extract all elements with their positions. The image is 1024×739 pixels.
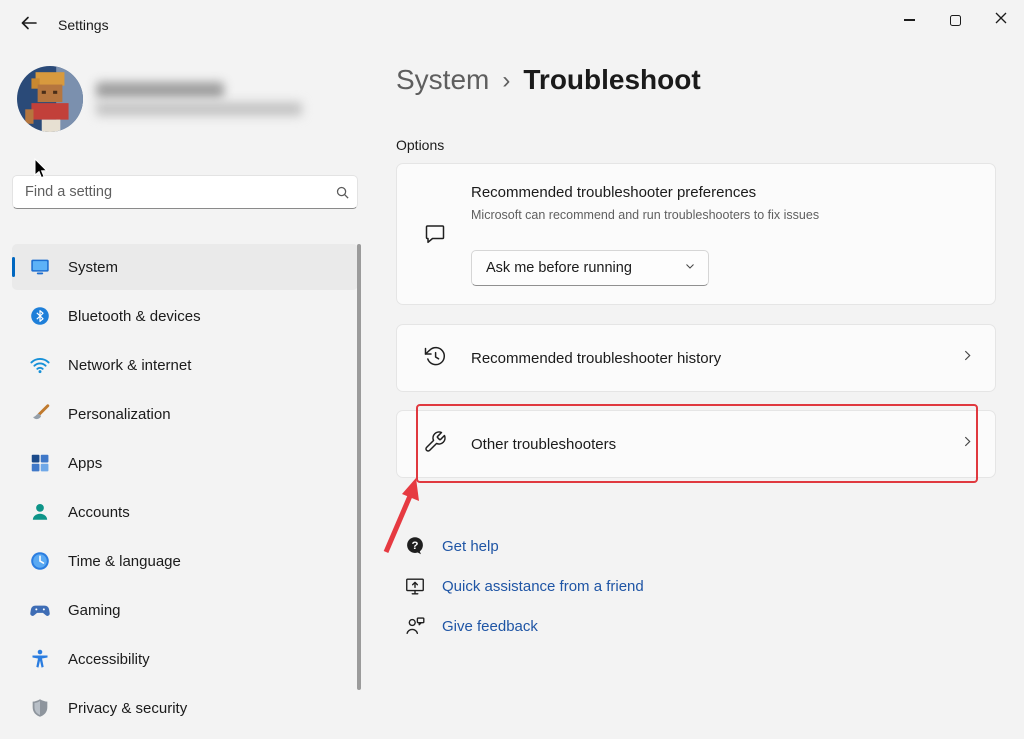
card-troubleshooter-preferences: Recommended troubleshooter preferences M… bbox=[396, 163, 996, 305]
chevron-down-icon bbox=[684, 260, 696, 276]
sidebar: System Bluetooth & devices Network & int… bbox=[0, 48, 372, 739]
gaming-icon bbox=[28, 598, 52, 622]
feedback-icon bbox=[402, 615, 428, 637]
window-titlebar: Settings bbox=[0, 0, 1024, 48]
maximize-icon bbox=[950, 15, 961, 26]
dropdown-value: Ask me before running bbox=[486, 260, 632, 276]
settings-window: Settings bbox=[0, 0, 1024, 739]
avatar bbox=[17, 66, 83, 132]
card-title: Other troubleshooters bbox=[471, 436, 936, 453]
apps-icon bbox=[28, 451, 52, 475]
maximize-button[interactable] bbox=[932, 0, 978, 40]
system-icon bbox=[28, 255, 52, 279]
wrench-icon bbox=[423, 430, 447, 459]
get-help-icon: ? bbox=[402, 535, 428, 557]
breadcrumb-separator: › bbox=[502, 65, 510, 95]
card-troubleshooter-history[interactable]: Recommended troubleshooter history bbox=[396, 324, 996, 392]
search-input[interactable] bbox=[13, 184, 327, 200]
sidebar-item-label: Accessibility bbox=[68, 651, 150, 668]
sidebar-item-privacy-security[interactable]: Privacy & security bbox=[12, 685, 358, 731]
network-icon bbox=[28, 353, 52, 377]
history-icon bbox=[423, 344, 447, 373]
close-icon bbox=[995, 11, 1007, 29]
quick-assistance-link[interactable]: Quick assistance from a friend bbox=[396, 566, 644, 606]
close-button[interactable] bbox=[978, 0, 1024, 40]
sidebar-item-label: Bluetooth & devices bbox=[68, 308, 201, 325]
user-name-blurred bbox=[96, 82, 224, 98]
account-header[interactable] bbox=[17, 66, 347, 136]
sidebar-item-label: Gaming bbox=[68, 602, 121, 619]
sidebar-item-label: Personalization bbox=[68, 406, 171, 423]
privacy-security-icon bbox=[28, 696, 52, 720]
sidebar-scrollbar[interactable] bbox=[357, 244, 361, 690]
bluetooth-icon bbox=[28, 304, 52, 328]
main-content: System › Troubleshoot Options Recommende… bbox=[396, 48, 996, 739]
svg-text:?: ? bbox=[412, 540, 419, 552]
sidebar-item-label: Apps bbox=[68, 455, 102, 472]
back-arrow-icon bbox=[20, 15, 38, 36]
breadcrumb-system[interactable]: System bbox=[396, 64, 489, 96]
card-subtitle: Microsoft can recommend and run troubles… bbox=[471, 208, 819, 222]
minimize-button[interactable] bbox=[886, 0, 932, 40]
link-label: Quick assistance from a friend bbox=[442, 578, 644, 595]
sidebar-nav: System Bluetooth & devices Network & int… bbox=[12, 244, 358, 734]
search-box bbox=[12, 175, 358, 209]
personalization-icon bbox=[28, 402, 52, 426]
card-title: Recommended troubleshooter preferences bbox=[471, 184, 756, 201]
chevron-right-icon bbox=[960, 348, 975, 368]
sidebar-item-network[interactable]: Network & internet bbox=[12, 342, 358, 388]
card-title: Recommended troubleshooter history bbox=[471, 350, 936, 367]
sidebar-item-gaming[interactable]: Gaming bbox=[12, 587, 358, 633]
sidebar-item-label: Time & language bbox=[68, 553, 181, 570]
link-label: Give feedback bbox=[442, 618, 538, 635]
breadcrumb: System › Troubleshoot bbox=[396, 64, 701, 96]
quick-assist-icon bbox=[402, 575, 428, 597]
sidebar-item-personalization[interactable]: Personalization bbox=[12, 391, 358, 437]
accounts-icon bbox=[28, 500, 52, 524]
sidebar-item-time-language[interactable]: Time & language bbox=[12, 538, 358, 584]
sidebar-item-label: System bbox=[68, 259, 118, 276]
troubleshooter-preference-dropdown[interactable]: Ask me before running bbox=[471, 250, 709, 286]
card-other-troubleshooters[interactable]: Other troubleshooters bbox=[396, 410, 996, 478]
give-feedback-link[interactable]: Give feedback bbox=[396, 606, 644, 646]
user-email-blurred bbox=[96, 102, 302, 116]
accessibility-icon bbox=[28, 647, 52, 671]
minimize-icon bbox=[904, 19, 915, 20]
sidebar-item-apps[interactable]: Apps bbox=[12, 440, 358, 486]
window-controls bbox=[886, 0, 1024, 40]
window-title: Settings bbox=[58, 17, 109, 33]
chevron-right-icon bbox=[960, 434, 975, 454]
time-language-icon bbox=[28, 549, 52, 573]
page-title: Troubleshoot bbox=[523, 64, 700, 96]
help-links: ? Get help Quick assistance from a frien… bbox=[396, 526, 644, 646]
link-label: Get help bbox=[442, 538, 499, 555]
back-button[interactable] bbox=[12, 10, 46, 40]
options-section-label: Options bbox=[396, 137, 444, 153]
sidebar-item-label: Accounts bbox=[68, 504, 130, 521]
sidebar-item-bluetooth[interactable]: Bluetooth & devices bbox=[12, 293, 358, 339]
sidebar-item-label: Network & internet bbox=[68, 357, 191, 374]
sidebar-item-accessibility[interactable]: Accessibility bbox=[12, 636, 358, 682]
sidebar-item-label: Privacy & security bbox=[68, 700, 187, 717]
speech-bubble-icon bbox=[423, 222, 447, 251]
get-help-link[interactable]: ? Get help bbox=[396, 526, 644, 566]
sidebar-item-accounts[interactable]: Accounts bbox=[12, 489, 358, 535]
search-icon bbox=[327, 185, 357, 200]
sidebar-item-system[interactable]: System bbox=[12, 244, 358, 290]
